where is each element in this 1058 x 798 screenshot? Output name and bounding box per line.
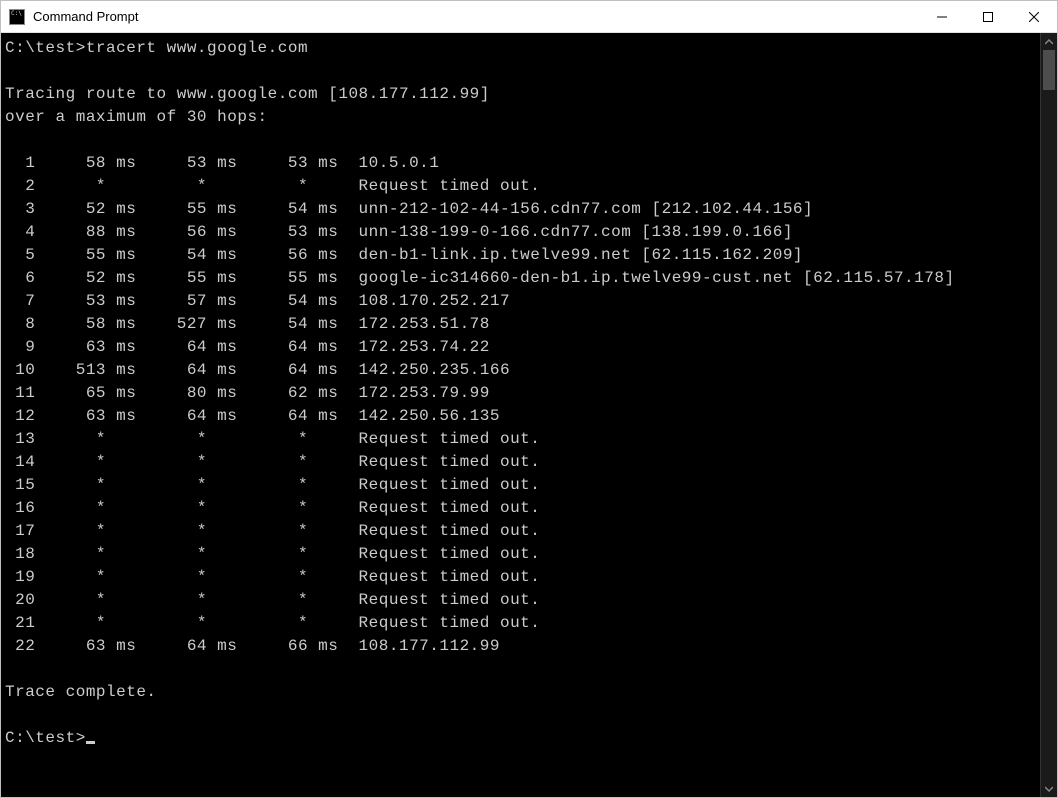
minimize-icon [937, 12, 947, 22]
close-icon [1029, 12, 1039, 22]
chevron-down-icon [1045, 785, 1053, 793]
scroll-up-button[interactable] [1041, 33, 1057, 50]
close-button[interactable] [1011, 1, 1057, 32]
window-title: Command Prompt [33, 9, 919, 24]
terminal-output[interactable]: C:\test>tracert www.google.com Tracing r… [1, 33, 1040, 797]
scroll-thumb[interactable] [1043, 50, 1055, 90]
minimize-button[interactable] [919, 1, 965, 32]
maximize-icon [983, 12, 993, 22]
chevron-up-icon [1045, 38, 1053, 46]
window-controls [919, 1, 1057, 32]
scroll-track[interactable] [1041, 50, 1057, 780]
terminal-area: C:\test>tracert www.google.com Tracing r… [1, 33, 1057, 797]
scrollbar[interactable] [1040, 33, 1057, 797]
cmd-icon [9, 9, 25, 25]
titlebar[interactable]: Command Prompt [1, 1, 1057, 33]
cursor [86, 741, 95, 744]
maximize-button[interactable] [965, 1, 1011, 32]
scroll-down-button[interactable] [1041, 780, 1057, 797]
